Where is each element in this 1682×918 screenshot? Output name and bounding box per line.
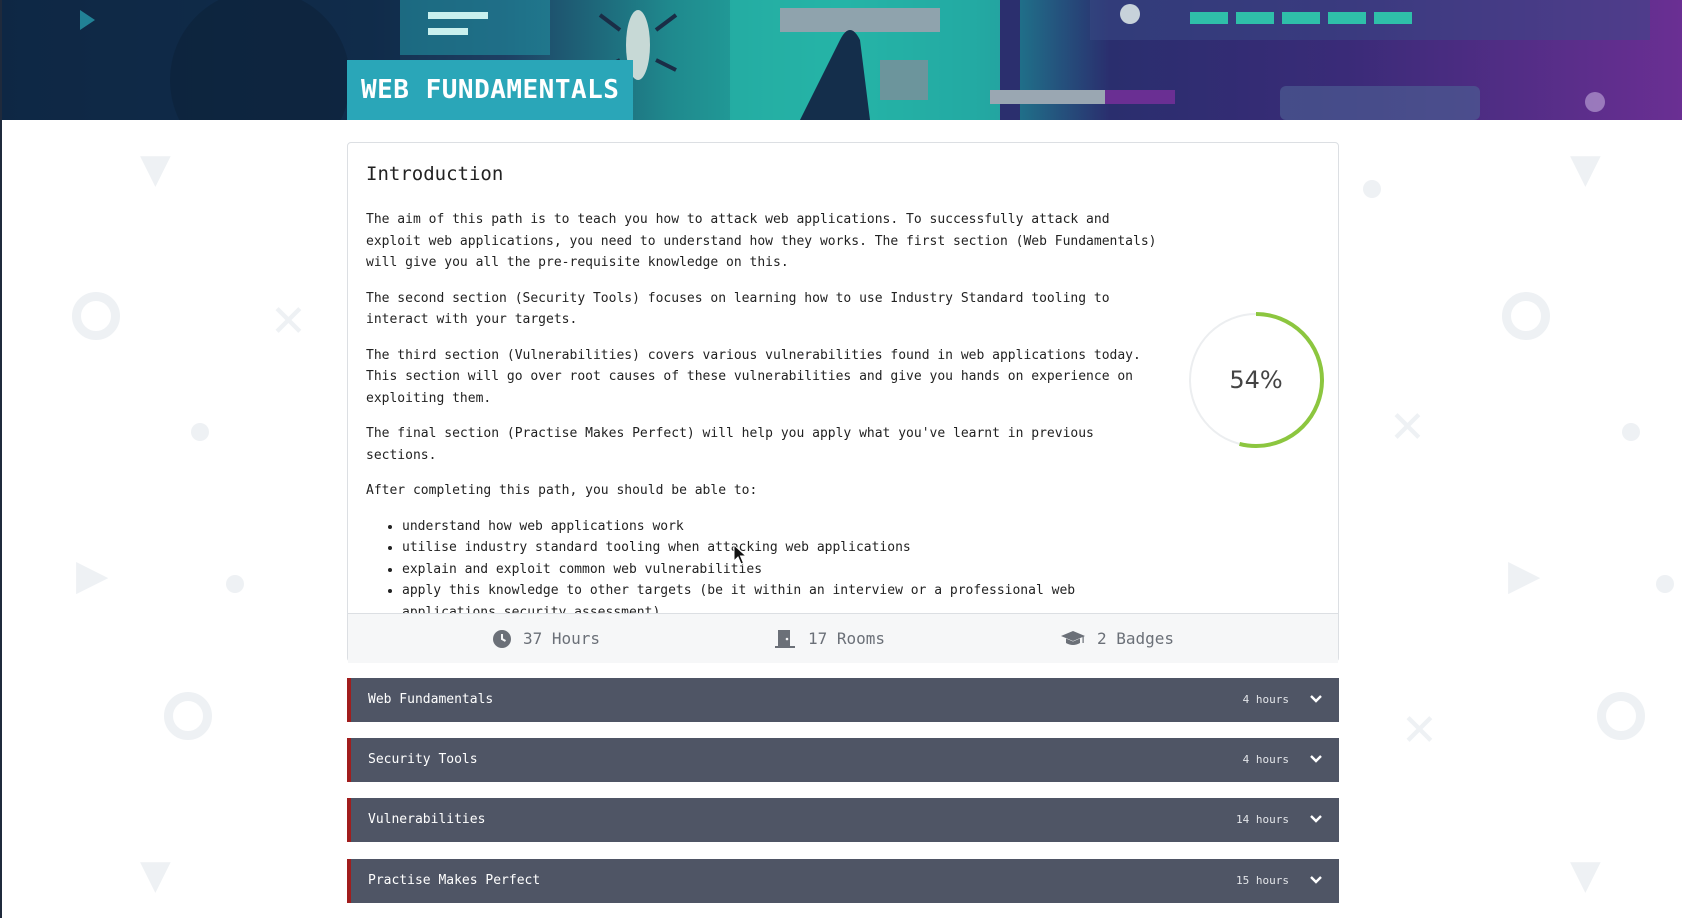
- path-banner: WEB FUNDAMENTALS: [0, 0, 1682, 120]
- section-security-tools[interactable]: Security Tools 4 hours: [347, 738, 1339, 782]
- section-hours: 15 hours: [1236, 874, 1289, 887]
- circle-decoration: [164, 692, 212, 740]
- stat-rooms: 17 Rooms: [774, 614, 885, 663]
- intro-paragraph: After completing this path, you should b…: [366, 483, 758, 498]
- progress-ring: 54%: [1186, 310, 1326, 450]
- dot-decoration: [1656, 575, 1674, 593]
- section-web-fundamentals[interactable]: Web Fundamentals 4 hours: [347, 678, 1339, 722]
- graduation-cap-icon: [1061, 630, 1085, 648]
- triangle-decoration: ▼: [1570, 146, 1601, 192]
- clock-icon: [493, 629, 511, 648]
- dot-decoration: [1363, 180, 1381, 198]
- cross-decoration: ✕: [1389, 402, 1426, 453]
- play-decoration: ▶: [1508, 550, 1541, 599]
- path-stats-bar: 37 Hours 17 Rooms 2 Badges: [348, 613, 1338, 663]
- circle-decoration: [1502, 292, 1550, 340]
- section-hours: 4 hours: [1242, 693, 1289, 706]
- stat-badges: 2 Badges: [1061, 614, 1174, 663]
- intro-paragraph: The final section (Practise Makes Perfec…: [366, 426, 1094, 463]
- window-edge: [0, 0, 2, 918]
- list-item: utilise industry standard tooling when a…: [402, 537, 1166, 559]
- introduction-heading: Introduction: [366, 163, 504, 185]
- chevron-down-icon[interactable]: [1309, 812, 1323, 826]
- progress-percent: 54%: [1229, 366, 1283, 394]
- triangle-decoration: ▼: [1570, 852, 1601, 898]
- intro-paragraph: The aim of this path is to teach you how…: [366, 212, 1157, 270]
- banner-illustration: [0, 0, 1650, 120]
- circle-decoration: [1597, 692, 1645, 740]
- stat-rooms-label: 17 Rooms: [808, 629, 886, 648]
- section-name: Web Fundamentals: [368, 692, 494, 707]
- section-practise-makes-perfect[interactable]: Practise Makes Perfect 15 hours: [347, 859, 1339, 903]
- introduction-body: The aim of this path is to teach you how…: [366, 209, 1166, 623]
- section-name: Security Tools: [368, 752, 478, 767]
- dot-decoration: [1622, 423, 1640, 441]
- section-hours: 4 hours: [1242, 753, 1289, 766]
- stat-badges-label: 2 Badges: [1097, 629, 1175, 648]
- chevron-down-icon[interactable]: [1309, 752, 1323, 766]
- chevron-down-icon[interactable]: [1309, 873, 1323, 887]
- intro-paragraph: The third section (Vulnerabilities) cove…: [366, 347, 1141, 406]
- door-icon: [774, 629, 796, 648]
- cross-decoration: ✕: [1401, 705, 1438, 756]
- section-vulnerabilities[interactable]: Vulnerabilities 14 hours: [347, 798, 1339, 842]
- list-item: explain and exploit common web vulnerabi…: [402, 559, 1166, 581]
- chevron-down-icon[interactable]: [1309, 692, 1323, 706]
- play-decoration: ▶: [76, 550, 109, 599]
- learning-outcomes-list: understand how web applications work uti…: [366, 516, 1166, 624]
- circle-decoration: [72, 292, 120, 340]
- section-name: Vulnerabilities: [368, 812, 486, 827]
- triangle-decoration: ▼: [140, 146, 171, 192]
- stat-hours: 37 Hours: [493, 614, 600, 663]
- section-name: Practise Makes Perfect: [368, 873, 541, 888]
- path-title: WEB FUNDAMENTALS: [347, 60, 634, 120]
- dot-decoration: [226, 575, 244, 593]
- introduction-card: Introduction The aim of this path is to …: [347, 142, 1339, 663]
- intro-paragraph: The second section (Security Tools) focu…: [366, 290, 1110, 328]
- mouse-cursor-icon: [733, 544, 747, 565]
- dot-decoration: [191, 423, 209, 441]
- cross-decoration: ✕: [270, 296, 307, 347]
- section-hours: 14 hours: [1236, 813, 1289, 826]
- stat-hours-label: 37 Hours: [523, 629, 601, 648]
- list-item: understand how web applications work: [402, 516, 1166, 538]
- triangle-decoration: ▼: [140, 852, 171, 898]
